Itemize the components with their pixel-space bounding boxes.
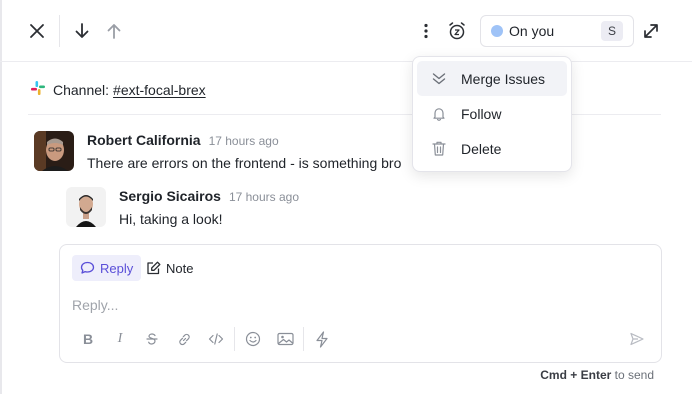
menu-item-delete[interactable]: Delete (417, 131, 567, 166)
menu-item-label: Delete (461, 140, 502, 157)
tab-note[interactable]: Note (144, 255, 195, 281)
message-robert: Robert California 17 hours ago There are… (34, 131, 401, 171)
channel-label: Channel: (53, 81, 110, 98)
message-text: Hi, taking a look! (119, 211, 223, 227)
message-author: Robert California (87, 132, 201, 148)
more-actions-menu: Merge Issues Follow Delete (412, 56, 572, 172)
reply-input[interactable]: Reply... (72, 297, 118, 313)
message-timestamp: 17 hours ago (228, 190, 299, 204)
formatting-toolbar: B I (72, 327, 338, 351)
channel-link[interactable]: #ext-focal-brex (113, 82, 206, 98)
bell-icon (433, 107, 445, 121)
trash-icon (432, 141, 446, 156)
slack-icon (30, 80, 46, 99)
channel-row: Channel: #ext-focal-brex (30, 80, 206, 99)
italic-button[interactable]: I (104, 327, 136, 351)
note-edit-icon (147, 261, 161, 275)
status-shortcut-badge: S (601, 21, 623, 41)
send-icon[interactable] (629, 331, 645, 350)
tab-note-label: Note (166, 260, 194, 276)
menu-item-label: Merge Issues (461, 70, 546, 87)
message-author: Sergio Sicairos (119, 188, 221, 204)
tab-reply[interactable]: Reply (72, 255, 142, 281)
reply-composer: Reply Note Reply... B I (59, 244, 662, 363)
toolbar-divider (234, 327, 235, 351)
avatar (66, 187, 106, 227)
emoji-icon[interactable] (237, 327, 269, 351)
menu-item-follow[interactable]: Follow (417, 96, 567, 131)
message-timestamp: 17 hours ago (208, 134, 279, 148)
issue-header-bar: On you S (0, 0, 692, 62)
snooze-clock-icon[interactable] (443, 17, 471, 45)
assignee-status-selector[interactable]: On you S (480, 15, 634, 47)
avatar (34, 131, 74, 171)
strikethrough-icon[interactable] (136, 327, 168, 351)
link-icon[interactable] (168, 327, 200, 351)
status-label: On you (509, 23, 555, 39)
more-vertical-icon[interactable] (412, 17, 440, 45)
close-icon[interactable] (23, 17, 51, 45)
message-sergio: Sergio Sicairos 17 hours ago Hi, taking … (66, 187, 299, 227)
status-dot (491, 25, 503, 37)
arrow-down-icon[interactable] (68, 17, 96, 45)
header-divider (59, 15, 60, 47)
bold-button[interactable]: B (72, 327, 104, 351)
merge-chevrons-icon (432, 72, 446, 84)
menu-item-label: Follow (461, 105, 502, 122)
menu-item-merge-issues[interactable]: Merge Issues (417, 61, 567, 96)
lightning-icon[interactable] (306, 327, 338, 351)
toolbar-divider (303, 327, 304, 351)
tab-reply-label: Reply (100, 260, 134, 276)
arrow-up-icon[interactable] (100, 17, 128, 45)
message-text: There are errors on the frontend - is so… (87, 155, 402, 171)
send-shortcut-keys: Cmd + Enter (540, 368, 612, 382)
image-icon[interactable] (269, 327, 301, 351)
chat-bubble-icon (80, 261, 95, 274)
send-shortcut-hint: Cmd + Enter to send (540, 368, 654, 382)
send-shortcut-suffix: to send (614, 368, 654, 382)
expand-icon[interactable] (637, 17, 665, 45)
code-icon[interactable] (200, 327, 232, 351)
